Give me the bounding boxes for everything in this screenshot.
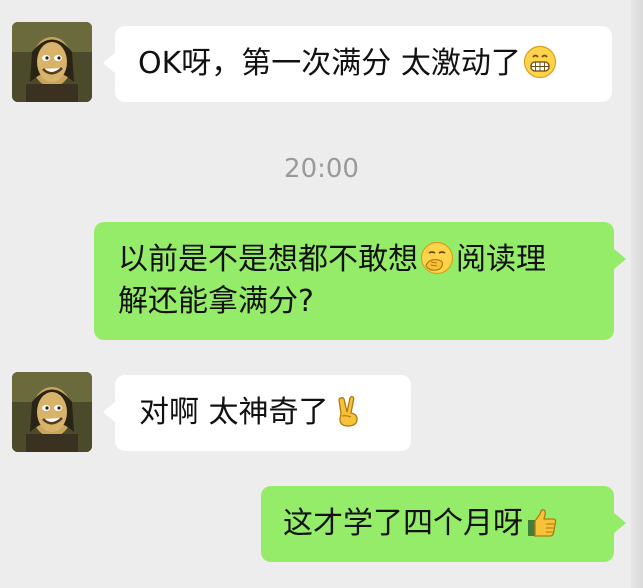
message-text: 这才学了四个月呀 — [283, 506, 523, 541]
avatar[interactable] — [12, 372, 92, 452]
hand-over-mouth-emoji-icon — [420, 241, 454, 275]
message-text-line: 以前是不是想都不敢想 阅读理 — [118, 241, 546, 277]
victory-hand-emoji-icon — [331, 394, 365, 428]
thumbs-up-emoji-icon — [525, 505, 559, 539]
message-text-line: 解还能拿满分? — [118, 284, 314, 319]
grin-face-emoji-icon — [523, 45, 557, 79]
message-bubble-outgoing[interactable]: 这才学了四个月呀 — [261, 486, 626, 562]
message-bubble-incoming[interactable]: OK呀，第一次满分 太激动了 — [103, 26, 612, 102]
chat-window: OK呀，第一次满分 太激动了 20:00 以前是不是想都不敢想 阅读理 解还能拿… — [0, 0, 643, 588]
message-text: 对啊 太神奇了 — [139, 395, 329, 430]
timestamp: 20:00 — [284, 154, 359, 184]
message-bubble-outgoing[interactable]: 以前是不是想都不敢想 阅读理 解还能拿满分? — [94, 222, 626, 340]
avatar[interactable] — [12, 22, 92, 102]
scrollbar-track — [631, 0, 643, 588]
message-bubble-incoming[interactable]: 对啊 太神奇了 — [103, 375, 411, 451]
message-text: OK呀，第一次满分 太激动了 — [138, 46, 521, 81]
